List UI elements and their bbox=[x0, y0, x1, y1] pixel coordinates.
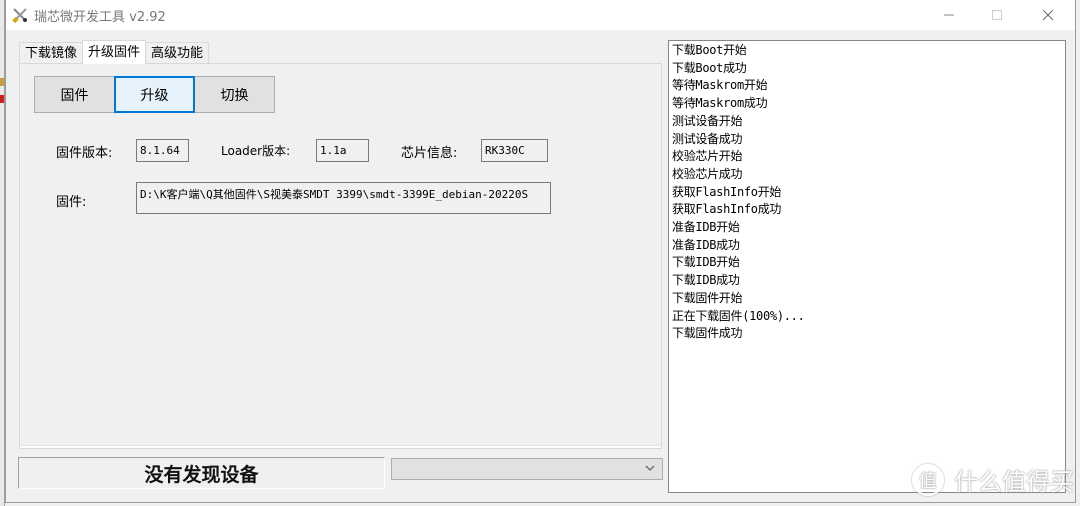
log-line: 下载Boot开始 bbox=[672, 43, 747, 57]
firmware-button[interactable]: 固件 bbox=[34, 76, 115, 113]
maximize-button[interactable] bbox=[974, 0, 1020, 30]
chevron-down-icon bbox=[645, 465, 655, 471]
app-window: 瑞芯微开发工具 v2.92 下载镜像 升级固件 高级功能 固件 升级 切换 固件… bbox=[5, 0, 1076, 503]
tab-download-image[interactable]: 下载镜像 bbox=[19, 42, 84, 64]
log-line: 下载固件成功 bbox=[672, 326, 743, 341]
watermark: 值 什么值得买 bbox=[912, 462, 1074, 497]
log-line: 正在下载固件(100%)... bbox=[672, 308, 805, 323]
firmware-version-field: 8.1.64 bbox=[136, 139, 189, 162]
desktop-icon-fragment bbox=[0, 95, 4, 103]
log-line: 获取FlashInfo成功 bbox=[672, 202, 782, 217]
maximize-icon bbox=[992, 10, 1002, 20]
device-select-dropdown[interactable] bbox=[391, 458, 663, 480]
firmware-version-label: 固件版本: bbox=[56, 146, 113, 161]
device-status-box: 没有发现设备 bbox=[18, 457, 385, 489]
log-line: 下载IDB开始 bbox=[672, 255, 740, 270]
loader-version-field: 1.1a bbox=[316, 139, 369, 162]
tab-bar: 下载镜像 升级固件 高级功能 bbox=[19, 40, 210, 64]
upgrade-firmware-panel bbox=[19, 63, 662, 449]
window-title: 瑞芯微开发工具 v2.92 bbox=[34, 10, 166, 25]
tab-advanced-functions[interactable]: 高级功能 bbox=[145, 42, 210, 64]
chip-info-label: 芯片信息: bbox=[401, 146, 458, 161]
close-button[interactable] bbox=[1025, 0, 1071, 30]
chip-info-field: RK330C bbox=[481, 139, 548, 162]
log-line: 等待Maskrom开始 bbox=[672, 78, 768, 93]
log-line: 获取FlashInfo开始 bbox=[672, 184, 782, 199]
desktop-icon-fragment bbox=[0, 78, 4, 86]
log-line: 校验芯片成功 bbox=[672, 166, 743, 181]
log-line: 准备IDB成功 bbox=[672, 237, 740, 252]
loader-version-label: Loader版本: bbox=[221, 144, 291, 158]
switch-button[interactable]: 切换 bbox=[194, 76, 275, 113]
log-line: 测试设备成功 bbox=[672, 131, 743, 146]
firmware-path-field[interactable]: D:\K客户端\Q其他固件\S视美泰SMDT 3399\smdt-3399E_d… bbox=[136, 182, 551, 214]
log-list[interactable]: 下载Boot开始 下载Boot成功 等待Maskrom开始 等待Maskrom成… bbox=[668, 40, 1066, 493]
log-line: 校验芯片开始 bbox=[672, 149, 743, 164]
close-icon bbox=[1042, 9, 1054, 21]
log-line: 下载Boot成功 bbox=[672, 60, 747, 75]
tools-icon bbox=[12, 8, 27, 24]
action-button-group: 固件 升级 切换 bbox=[34, 76, 275, 113]
minimize-button[interactable] bbox=[926, 0, 972, 30]
log-line: 准备IDB开始 bbox=[672, 220, 740, 235]
title-bar[interactable]: 瑞芯微开发工具 v2.92 bbox=[6, 0, 1075, 30]
watermark-badge: 值 bbox=[912, 463, 944, 496]
watermark-text: 什么值得买 bbox=[954, 468, 1074, 496]
log-line: 下载IDB成功 bbox=[672, 273, 740, 288]
log-line: 测试设备开始 bbox=[672, 113, 743, 128]
log-line: 下载固件开始 bbox=[672, 290, 743, 305]
tab-upgrade-firmware[interactable]: 升级固件 bbox=[82, 40, 147, 64]
panel-bottom-edge bbox=[20, 445, 661, 448]
firmware-path-label: 固件: bbox=[56, 195, 87, 210]
upgrade-button[interactable]: 升级 bbox=[114, 76, 195, 113]
log-line: 等待Maskrom成功 bbox=[672, 96, 768, 111]
minimize-icon bbox=[944, 14, 954, 16]
